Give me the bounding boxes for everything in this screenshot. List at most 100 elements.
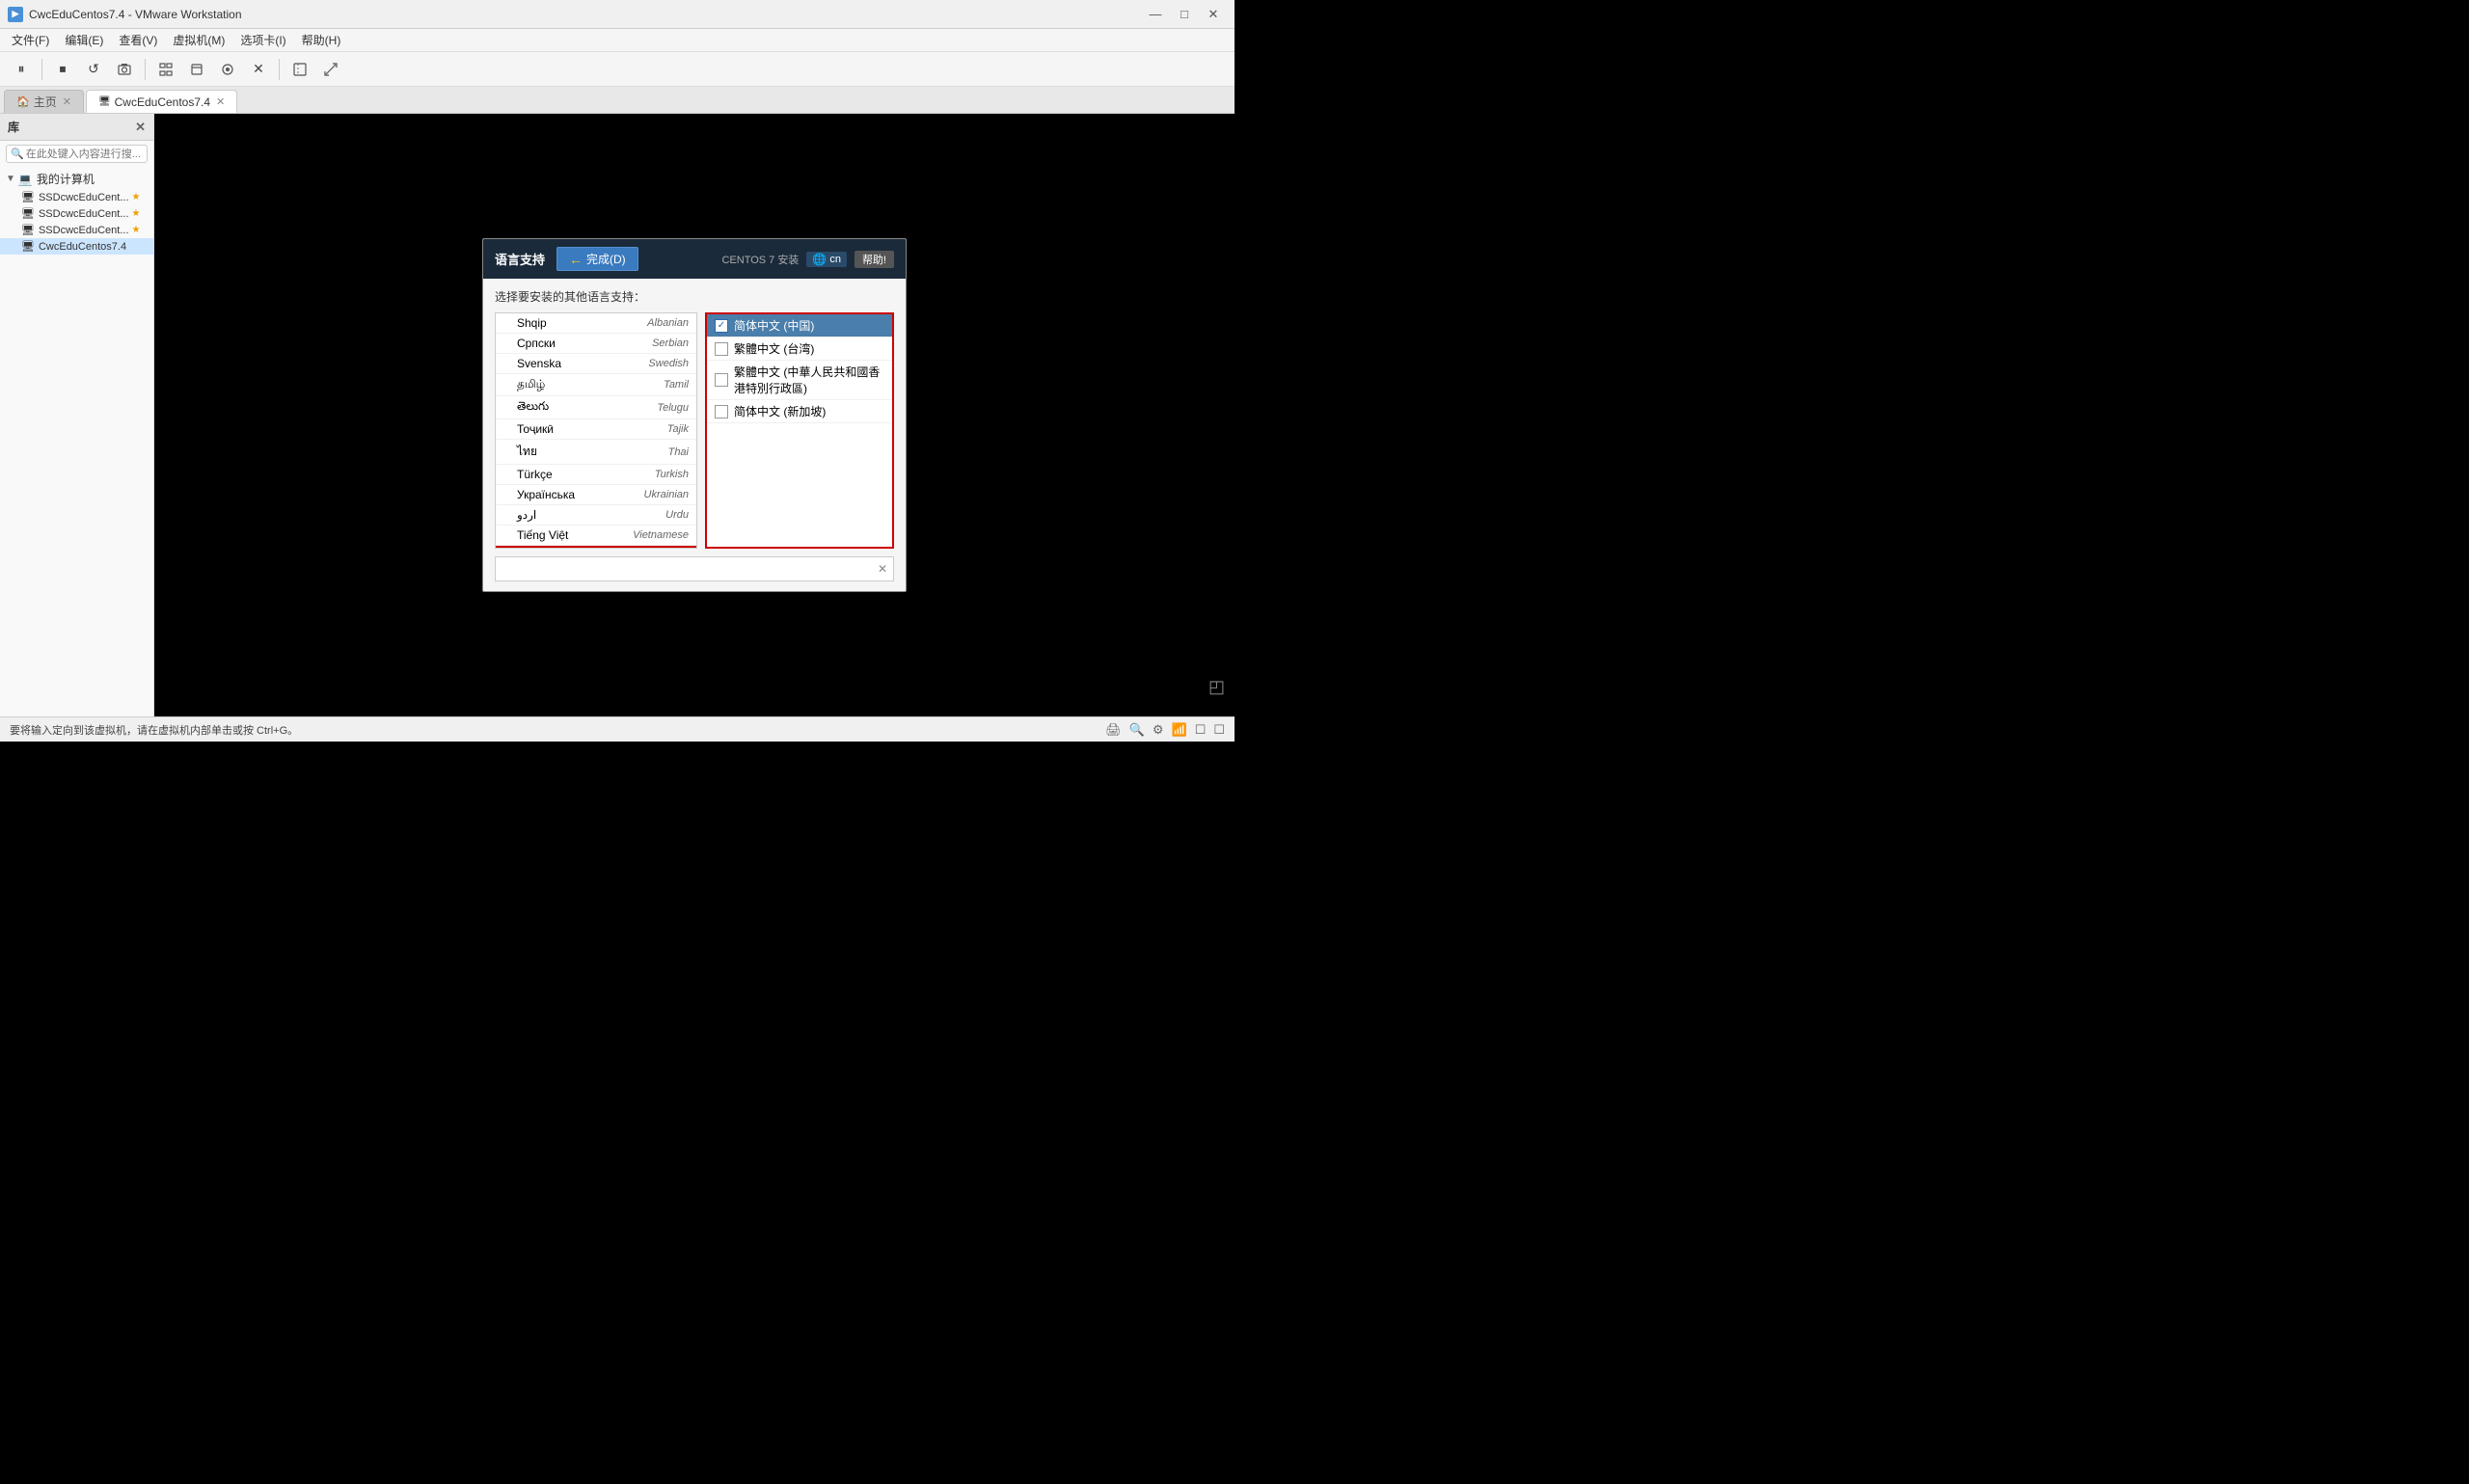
sidebar-tree: ▼ 💻 我的计算机 🖥 SSDcwcEduCent... ★ 🖥 SSDcwcE…	[0, 167, 153, 256]
locale-checkbox-4	[715, 405, 728, 418]
dialog-header-left: 语言支持 ← 完成(D)	[495, 247, 638, 271]
statusbar-network-icon[interactable]: 📶	[1172, 722, 1187, 738]
sidebar-search-input[interactable]	[26, 148, 163, 160]
lang-native-ukrainian: Українська	[517, 488, 603, 501]
lang-item-albanian[interactable]: Shqip Albanian	[496, 313, 696, 334]
statusbar-settings-icon[interactable]: ⚙	[1153, 722, 1164, 738]
toolbar-window-button[interactable]	[183, 57, 210, 82]
lang-english-turkish: Turkish	[603, 469, 689, 480]
lang-english-tajik: Tajik	[603, 423, 689, 435]
lang-item-chinese[interactable]: ✓ 中文 Chinese ›	[496, 546, 696, 549]
locale-label-4: 简体中文 (新加坡)	[734, 403, 826, 419]
close-button[interactable]: ✕	[1200, 5, 1227, 24]
sidebar-item-vm1[interactable]: 🖥 SSDcwcEduCent... ★	[0, 189, 153, 205]
toolbar-snapshot-button[interactable]	[111, 57, 138, 82]
locale-item-simplified-china[interactable]: ✓ 简体中文 (中国)	[707, 314, 892, 337]
statusbar-window2-icon[interactable]: ☐	[1213, 722, 1225, 738]
toolbar-pause-button[interactable]: ⏸	[8, 57, 35, 82]
toolbar-unity-button[interactable]	[214, 57, 241, 82]
toolbar-divider-1	[41, 59, 42, 80]
vm-icon: 🖥	[98, 96, 111, 107]
language-list[interactable]: Shqip Albanian Српски Serbian	[495, 312, 697, 549]
lang-item-ukrainian[interactable]: Українська Ukrainian	[496, 485, 696, 505]
lang-item-serbian[interactable]: Српски Serbian	[496, 334, 696, 354]
window-title: CwcEduCentos7.4 - VMware Workstation	[29, 8, 1142, 21]
star-icon-1: ★	[132, 192, 141, 202]
help-button[interactable]: 帮助!	[855, 251, 894, 268]
toolbar-refresh-button[interactable]: ↺	[80, 57, 107, 82]
lang-english-ukrainian: Ukrainian	[603, 489, 689, 500]
menu-tabs[interactable]: 选项卡(I)	[232, 30, 293, 50]
minimize-button[interactable]: —	[1142, 5, 1169, 24]
dialog-header: 语言支持 ← 完成(D) CENTOS 7 安装 🌐 cn	[483, 239, 906, 279]
tab-home[interactable]: 🏠 主页 ✕	[4, 90, 84, 113]
lang-item-tajik[interactable]: Тоҷикӣ Tajik	[496, 419, 696, 440]
menu-view[interactable]: 查看(V)	[111, 30, 165, 50]
statusbar-zoom-icon[interactable]: 🔍	[1129, 722, 1145, 738]
sidebar-item-vm3[interactable]: 🖥 SSDcwcEduCent... ★	[0, 222, 153, 238]
dialog-title: 语言支持	[495, 250, 545, 268]
tab-vm-close[interactable]: ✕	[216, 95, 225, 108]
tab-home-close[interactable]: ✕	[63, 95, 71, 108]
tab-vm[interactable]: 🖥 CwcEduCentos7.4 ✕	[86, 90, 237, 113]
statusbar-window1-icon[interactable]: ☐	[1195, 722, 1207, 738]
locale-item-traditional-taiwan[interactable]: 繁體中文 (台湾)	[707, 337, 892, 361]
toolbar-divider-2	[145, 59, 146, 80]
lang-english-urdu: Urdu	[603, 509, 689, 521]
lang-item-swedish[interactable]: Svenska Swedish	[496, 354, 696, 374]
lang-native-tajik: Тоҷикӣ	[517, 422, 603, 436]
lang-item-turkish[interactable]: Türkçe Turkish	[496, 465, 696, 485]
lang-native-swedish: Svenska	[517, 357, 603, 370]
tree-my-computer[interactable]: ▼ 💻 我的计算机	[0, 169, 153, 189]
locale-list[interactable]: ✓ 简体中文 (中国) 繁體中文 (台湾) 繁體中文 (中華人民共和國香港特別行	[705, 312, 894, 549]
lang-english-telugu: Telugu	[603, 402, 689, 414]
locale-item-simplified-sg[interactable]: 简体中文 (新加坡)	[707, 400, 892, 423]
dialog-search-icon[interactable]: ✕	[878, 562, 887, 576]
menu-help[interactable]: 帮助(H)	[294, 30, 349, 50]
menu-file[interactable]: 文件(F)	[4, 30, 57, 50]
toolbar-grab-button[interactable]: ✕	[245, 57, 272, 82]
lang-item-urdu[interactable]: اردو Urdu	[496, 505, 696, 526]
sidebar-item-vm4[interactable]: 🖥 CwcEduCentos7.4	[0, 238, 153, 255]
app-container: ▶ CwcEduCentos7.4 - VMware Workstation —…	[0, 0, 1234, 742]
sidebar-item-vm3-label: SSDcwcEduCent...	[39, 225, 129, 236]
statusbar-print-icon[interactable]: 🖨	[1105, 722, 1122, 738]
dialog-search-box[interactable]: ✕	[495, 556, 894, 581]
done-arrow-icon: ←	[569, 252, 583, 267]
flag-icon: 🌐	[812, 253, 827, 266]
sidebar-search-box[interactable]: 🔍 ▼	[6, 145, 148, 163]
toolbar-fit-button[interactable]	[286, 57, 313, 82]
maximize-button[interactable]: □	[1171, 5, 1198, 24]
lang-item-tamil[interactable]: தமிழ் Tamil	[496, 374, 696, 396]
lang-item-thai[interactable]: ไทย Thai	[496, 440, 696, 465]
lang-english-thai: Thai	[603, 446, 689, 458]
lang-item-telugu[interactable]: తెలుగు Telugu	[496, 396, 696, 419]
sidebar-item-vm2[interactable]: 🖥 SSDcwcEduCent... ★	[0, 205, 153, 222]
computer-icon: 💻	[18, 173, 33, 186]
dialog-columns: Shqip Albanian Српски Serbian	[495, 312, 894, 549]
toolbar-divider-3	[279, 59, 280, 80]
toolbar-stretch-button[interactable]	[317, 57, 344, 82]
menu-edit[interactable]: 编辑(E)	[57, 30, 111, 50]
dialog-search-input[interactable]	[502, 562, 878, 576]
vm-item-icon-2: 🖥	[21, 207, 35, 220]
locale-checkbox-1: ✓	[715, 319, 728, 333]
star-icon-3: ★	[132, 225, 141, 235]
lang-item-vietnamese[interactable]: Tiếng Việt Vietnamese	[496, 526, 696, 546]
menu-vm[interactable]: 虚拟机(M)	[165, 30, 232, 50]
dialog-done-button[interactable]: ← 完成(D)	[556, 247, 638, 271]
titlebar: ▶ CwcEduCentos7.4 - VMware Workstation —…	[0, 0, 1234, 29]
vm-display-area[interactable]: 语言支持 ← 完成(D) CENTOS 7 安装 🌐 cn	[154, 114, 1234, 716]
lang-native-telugu: తెలుగు	[517, 399, 603, 416]
lang-english-tamil: Tamil	[603, 379, 689, 391]
toolbar-stop-button[interactable]: ⏹	[49, 57, 76, 82]
statusbar-icons: 🖨 🔍 ⚙ 📶 ☐ ☐	[1105, 722, 1225, 738]
toolbar-fullscreen-button[interactable]	[152, 57, 179, 82]
locale-label-2: 繁體中文 (台湾)	[734, 340, 814, 357]
sidebar-close-button[interactable]: ✕	[135, 120, 146, 135]
lang-native-albanian: Shqip	[517, 316, 603, 330]
statusbar: 要将输入定向到该虚拟机，请在虚拟机内部单击或按 Ctrl+G。 🖨 🔍 ⚙ 📶 …	[0, 716, 1234, 742]
lang-english-vietnamese: Vietnamese	[603, 529, 689, 541]
lang-native-thai: ไทย	[517, 443, 603, 461]
locale-item-traditional-hk[interactable]: 繁體中文 (中華人民共和國香港特別行政區)	[707, 361, 892, 400]
